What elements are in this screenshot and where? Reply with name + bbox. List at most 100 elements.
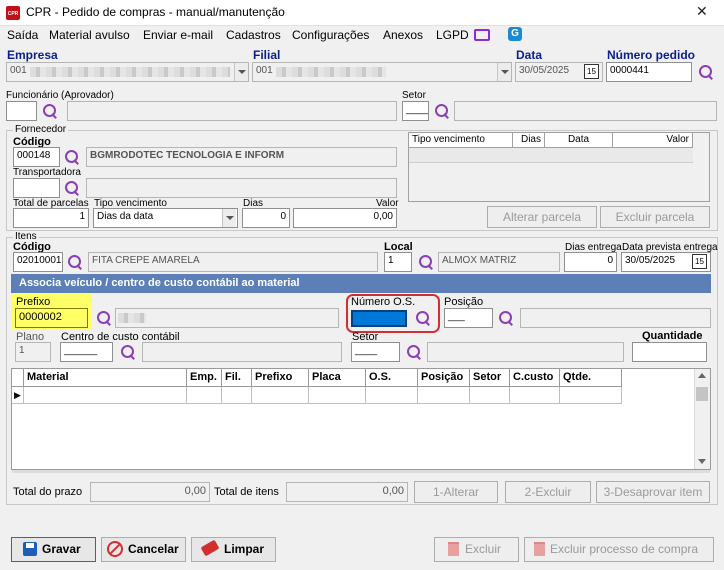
- fornecedor-title: Fornecedor: [13, 124, 69, 135]
- grid-cell-prefixo[interactable]: [252, 387, 309, 404]
- numero-pedido-field[interactable]: 0000441: [606, 62, 692, 82]
- grid-cell-qtde[interactable]: [560, 387, 622, 404]
- funcionario-name-field: [67, 101, 397, 121]
- grid-cell-material[interactable]: [24, 387, 187, 404]
- close-button[interactable]: ✕: [696, 3, 708, 20]
- local-nome-value: ALMOX MATRIZ: [442, 255, 517, 266]
- valor-value: 0,00: [373, 211, 393, 222]
- prefixo-field[interactable]: 0000002: [15, 308, 88, 328]
- grid-cell-os[interactable]: [366, 387, 418, 404]
- search-icon[interactable]: [42, 103, 58, 119]
- search-icon[interactable]: [698, 64, 714, 80]
- menu-material-avulso[interactable]: Material avulso: [49, 28, 130, 42]
- numero-os-label: Número O.S.: [351, 296, 416, 308]
- search-icon[interactable]: [415, 310, 431, 326]
- setor-field[interactable]: ____: [402, 101, 429, 121]
- excluir-processo-label: Excluir processo de compra: [550, 542, 699, 556]
- scroll-thumb[interactable]: [696, 387, 708, 401]
- search-icon[interactable]: [64, 180, 80, 196]
- menu-cadastros[interactable]: Cadastros: [226, 28, 281, 42]
- chevron-down-icon[interactable]: [234, 63, 248, 81]
- tipo-vencimento-select[interactable]: Dias da data: [93, 208, 238, 228]
- grid-cell-fil[interactable]: [222, 387, 252, 404]
- parcelas-header-valor: Valor: [613, 133, 693, 148]
- grid-header-qtde: Qtde.: [560, 369, 622, 387]
- data-prevista-value: 30/05/2025: [625, 255, 676, 266]
- fornecedor-codigo-field[interactable]: 000148: [13, 147, 60, 167]
- posicao-field[interactable]: ___: [444, 308, 493, 328]
- dias-entrega-field[interactable]: 0: [564, 252, 617, 272]
- setor-value: ____: [406, 104, 429, 115]
- item-descricao-field: FITA CREPE AMARELA: [88, 252, 378, 272]
- search-icon[interactable]: [96, 310, 112, 326]
- search-icon[interactable]: [418, 254, 434, 270]
- excluir-parcela-button[interactable]: Excluir parcela: [600, 206, 710, 228]
- monitor-icon[interactable]: [474, 29, 490, 41]
- grid-vertical-scrollbar[interactable]: [694, 369, 710, 469]
- grid-header-material: Material: [24, 369, 187, 387]
- centro-custo-field[interactable]: ______: [60, 342, 113, 362]
- scroll-down-icon[interactable]: [698, 459, 706, 464]
- menu-lgpd[interactable]: LGPD: [436, 28, 469, 42]
- grid-cell-emp[interactable]: [187, 387, 222, 404]
- chevron-down-icon[interactable]: [222, 209, 236, 227]
- excluir-processo-button[interactable]: Excluir processo de compra: [524, 537, 714, 562]
- trash-icon: [448, 542, 459, 556]
- transportadora-field[interactable]: [13, 178, 60, 198]
- quantidade-field[interactable]: [632, 342, 707, 362]
- parcelas-header-tipo: Tipo vencimento: [409, 133, 513, 148]
- menu-anexos[interactable]: Anexos: [383, 28, 423, 42]
- grid-header-posicao: Posição: [418, 369, 470, 387]
- centro-custo-value: ______: [64, 345, 98, 356]
- grid-header-placa: Placa: [309, 369, 366, 387]
- menu-saida[interactable]: Saída: [7, 28, 38, 42]
- local-field[interactable]: 1: [384, 252, 412, 272]
- grid-cell-setor[interactable]: [470, 387, 510, 404]
- grid-header-fil: Fil.: [222, 369, 252, 387]
- item-codigo-field[interactable]: 02010001: [13, 252, 63, 272]
- calendar-icon[interactable]: 15: [584, 64, 599, 79]
- grid-cell-placa[interactable]: [309, 387, 366, 404]
- cancelar-label: Cancelar: [128, 542, 179, 556]
- funcionario-code-field[interactable]: [6, 101, 37, 121]
- alterar-parcela-button[interactable]: Alterar parcela: [487, 206, 597, 228]
- excluir-button[interactable]: Excluir: [434, 537, 519, 562]
- menu-configuracoes[interactable]: Configurações: [292, 28, 369, 42]
- grid-horizontal-scrollbar[interactable]: [12, 470, 710, 473]
- valor-field[interactable]: 0,00: [293, 208, 397, 228]
- total-parcelas-value: 1: [79, 211, 85, 222]
- search-icon[interactable]: [120, 344, 136, 360]
- search-icon[interactable]: [64, 149, 80, 165]
- gravar-label: Gravar: [42, 542, 81, 556]
- grid-row-indicator: ▶: [12, 387, 24, 404]
- search-icon[interactable]: [434, 103, 450, 119]
- centro-custo-descricao-field: [142, 342, 342, 362]
- alterar-item-button[interactable]: 1-Alterar: [414, 481, 498, 503]
- data-value: 30/05/2025: [519, 65, 570, 76]
- local-nome-field: ALMOX MATRIZ: [438, 252, 560, 272]
- excluir-item-button[interactable]: 2-Excluir: [505, 481, 591, 503]
- grid-header-setor: Setor: [470, 369, 510, 387]
- menu-enviar-email[interactable]: Enviar e-mail: [143, 28, 213, 42]
- app-g-icon[interactable]: G: [508, 27, 522, 41]
- search-icon[interactable]: [498, 310, 514, 326]
- desaprovar-item-button[interactable]: 3-Desaprovar item: [596, 481, 710, 503]
- total-parcelas-field[interactable]: 1: [13, 208, 89, 228]
- grid-cell-posicao[interactable]: [418, 387, 470, 404]
- filial-label: Filial: [253, 48, 281, 62]
- grid-cell-ccusto[interactable]: [510, 387, 560, 404]
- grid-header-prefixo: Prefixo: [252, 369, 309, 387]
- chevron-down-icon[interactable]: [497, 63, 511, 81]
- search-icon[interactable]: [67, 254, 83, 270]
- filial-redacted: [276, 67, 386, 77]
- search-icon[interactable]: [406, 344, 422, 360]
- associa-setor-field[interactable]: ____: [351, 342, 400, 362]
- calendar-icon[interactable]: 15: [692, 254, 707, 269]
- numero-os-field[interactable]: [351, 310, 407, 327]
- prefixo-descricao-field: [115, 308, 339, 328]
- dias-field[interactable]: 0: [242, 208, 290, 228]
- scroll-up-icon[interactable]: [698, 373, 706, 378]
- parcelas-header-data: Data: [545, 133, 613, 148]
- total-itens-value: 0,00: [382, 485, 404, 497]
- numero-pedido-value: 0000441: [610, 65, 649, 76]
